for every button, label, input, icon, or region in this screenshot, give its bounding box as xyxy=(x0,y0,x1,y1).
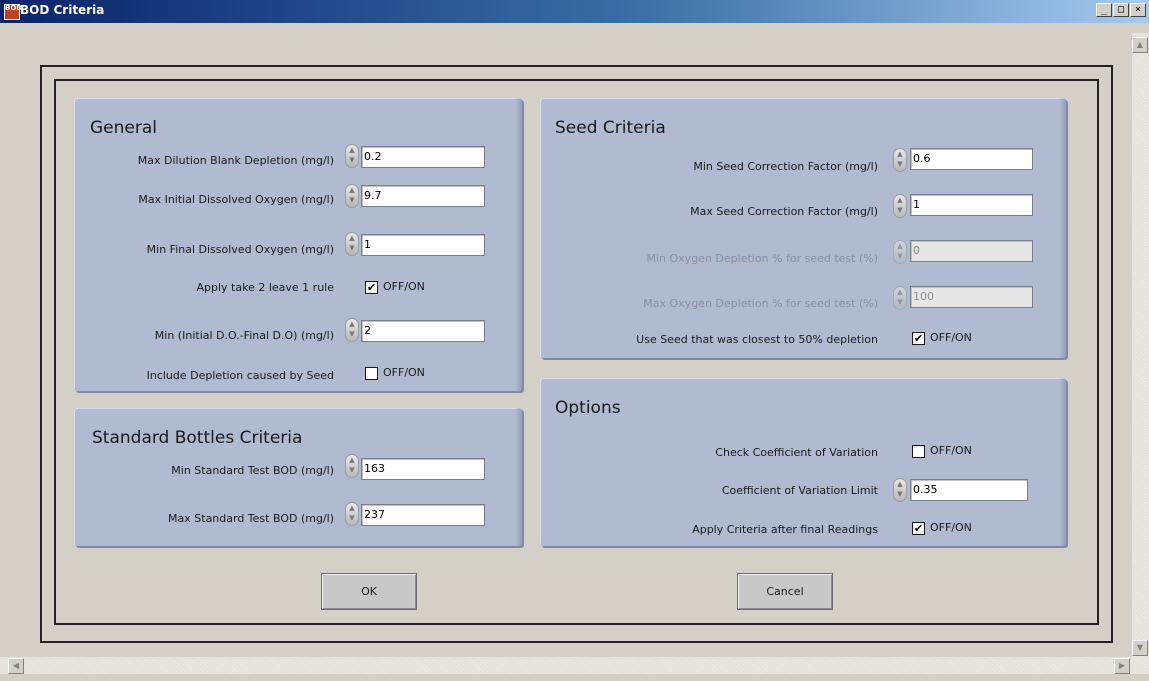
apply-after-final-label: Apply Criteria after final Readings xyxy=(692,523,878,536)
scroll-left-button[interactable]: ◀ xyxy=(8,658,24,674)
check-cov-toggle-label: OFF/ON xyxy=(930,444,972,457)
max-dilution-blank-depletion-label: Max Dilution Blank Depletion (mg/l) xyxy=(137,154,334,167)
spin-arrows-icon[interactable]: ▲ ▼ xyxy=(345,318,359,342)
max-std-bod-label: Max Standard Test BOD (mg/l) xyxy=(168,512,334,525)
min-seed-correction-label: Min Seed Correction Factor (mg/l) xyxy=(693,160,878,173)
closest-50-label: Use Seed that was closest to 50% depleti… xyxy=(636,333,878,346)
spin-arrows-icon[interactable]: ▲ ▼ xyxy=(345,232,359,256)
min-final-do-input[interactable]: 1 xyxy=(361,234,485,256)
window-border xyxy=(0,674,1149,681)
general-panel: General Max Dilution Blank Depletion (mg… xyxy=(74,98,522,391)
spin-arrows-icon[interactable]: ▲ ▼ xyxy=(893,148,907,172)
spin-arrows-icon: ▲ ▼ xyxy=(893,286,907,310)
window-controls: _ □ × xyxy=(1095,3,1146,17)
spin-arrows-icon[interactable]: ▲ ▼ xyxy=(345,454,359,478)
min-initial-minus-final-label: Min (Initial D.O.-Final D.O) (mg/l) xyxy=(154,329,334,342)
min-o2-depletion-label: Min Oxygen Depletion % for seed test (%) xyxy=(646,252,879,265)
min-initial-minus-final-input[interactable]: 2 xyxy=(361,320,485,342)
check-cov-label: Check Coefficient of Variation xyxy=(715,446,878,459)
app-icon: BOD xyxy=(4,4,22,20)
title-bar: BOD BOD Criteria _ □ × xyxy=(0,0,1149,23)
horizontal-scrollbar[interactable] xyxy=(0,657,1149,674)
max-dilution-blank-depletion-input[interactable]: 0.2 xyxy=(361,146,485,168)
max-seed-correction-input[interactable]: 1 xyxy=(910,194,1033,216)
general-title: General xyxy=(90,118,157,138)
max-initial-do-input[interactable]: 9.7 xyxy=(361,185,485,207)
max-initial-do-label: Max Initial Dissolved Oxygen (mg/l) xyxy=(138,193,334,206)
spin-arrows-icon: ▲ ▼ xyxy=(893,240,907,264)
spin-arrows-icon[interactable]: ▲ ▼ xyxy=(345,184,359,208)
cov-limit-input[interactable]: 0.35 xyxy=(910,479,1028,501)
closest-50-toggle-label: OFF/ON xyxy=(930,331,972,344)
include-seed-depletion-toggle-label: OFF/ON xyxy=(383,366,425,379)
window-title: BOD Criteria xyxy=(20,3,105,17)
check-cov-checkbox[interactable] xyxy=(912,445,925,458)
vertical-scrollbar[interactable] xyxy=(1132,33,1149,657)
include-seed-depletion-label: Include Depletion caused by Seed xyxy=(146,369,334,382)
max-seed-correction-label: Max Seed Correction Factor (mg/l) xyxy=(690,205,878,218)
options-title: Options xyxy=(555,398,621,418)
cov-limit-label: Coefficient of Variation Limit xyxy=(721,484,878,497)
apply-take2leave1-toggle-label: OFF/ON xyxy=(383,280,425,293)
closest-50-checkbox[interactable]: ✔ xyxy=(912,332,925,345)
spin-arrows-icon[interactable]: ▲ ▼ xyxy=(345,502,359,526)
seed-criteria-panel: Seed Criteria Min Seed Correction Factor… xyxy=(540,98,1066,358)
apply-after-final-toggle-label: OFF/ON xyxy=(930,521,972,534)
scroll-right-button[interactable]: ▶ xyxy=(1114,658,1130,674)
spin-arrows-icon[interactable]: ▲ ▼ xyxy=(345,144,359,168)
close-button[interactable]: × xyxy=(1130,3,1146,17)
min-o2-depletion-input: 0 xyxy=(910,240,1033,262)
options-panel: Options Check Coefficient of Variation O… xyxy=(540,378,1066,546)
standard-bottles-title: Standard Bottles Criteria xyxy=(92,428,303,448)
include-seed-depletion-checkbox[interactable] xyxy=(365,367,378,380)
apply-take2leave1-checkbox[interactable]: ✔ xyxy=(365,281,378,294)
min-std-bod-input[interactable]: 163 xyxy=(361,458,485,480)
ok-button[interactable]: OK xyxy=(321,573,417,610)
min-final-do-label: Min Final Dissolved Oxygen (mg/l) xyxy=(146,243,334,256)
maximize-button[interactable]: □ xyxy=(1113,3,1129,17)
spin-arrows-icon[interactable]: ▲ ▼ xyxy=(893,478,907,502)
min-seed-correction-input[interactable]: 0.6 xyxy=(910,148,1033,170)
max-o2-depletion-label: Max Oxygen Depletion % for seed test (%) xyxy=(643,297,878,310)
spin-arrows-icon[interactable]: ▲ ▼ xyxy=(893,194,907,218)
apply-take2leave1-label: Apply take 2 leave 1 rule xyxy=(196,281,335,294)
scroll-up-button[interactable]: ▲ xyxy=(1132,37,1148,53)
seed-criteria-title: Seed Criteria xyxy=(555,118,666,138)
min-std-bod-label: Min Standard Test BOD (mg/l) xyxy=(171,464,334,477)
cancel-button[interactable]: Cancel xyxy=(737,573,833,610)
standard-bottles-panel: Standard Bottles Criteria Min Standard T… xyxy=(74,408,522,546)
max-o2-depletion-input: 100 xyxy=(910,286,1033,308)
max-std-bod-input[interactable]: 237 xyxy=(361,504,485,526)
minimize-button[interactable]: _ xyxy=(1096,3,1112,17)
apply-after-final-checkbox[interactable]: ✔ xyxy=(912,522,925,535)
scroll-down-button[interactable]: ▼ xyxy=(1132,640,1148,656)
